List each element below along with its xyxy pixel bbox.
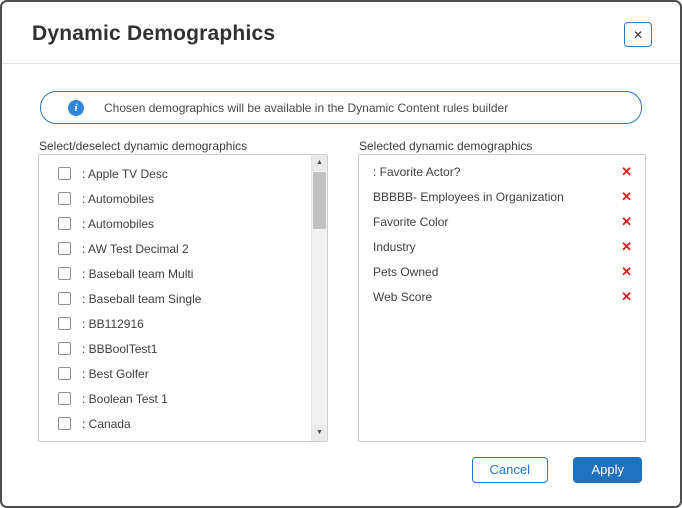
available-item-label: : Automobiles [82,192,154,206]
available-item-label: : Best Golfer [82,367,149,381]
selected-item: Favorite Color ✕ [359,209,645,234]
item-checkbox[interactable] [58,292,71,305]
item-checkbox[interactable] [58,192,71,205]
available-item[interactable]: : BB112916 [39,311,310,336]
remove-icon[interactable]: ✕ [621,240,632,253]
available-item[interactable]: : Canada [39,411,310,436]
selected-item-label: : Favorite Actor? [373,165,460,179]
selected-item-label: Web Score [373,290,432,304]
scroll-thumb[interactable] [313,172,326,229]
dialog-title: Dynamic Demographics [32,22,275,46]
available-item-label: : Apple TV Desc [82,167,168,181]
available-item[interactable]: : Apple TV Desc [39,161,310,186]
selected-item: Industry ✕ [359,234,645,259]
selected-item: Pets Owned ✕ [359,259,645,284]
available-item-label: : Baseball team Multi [82,267,193,281]
available-list-label: Select/deselect dynamic demographics [39,139,247,153]
available-item-label: : Boolean Test 1 [82,392,168,406]
info-banner: i Chosen demographics will be available … [40,91,642,124]
scrollbar[interactable]: ▲ ▼ [311,155,327,441]
close-button[interactable]: ✕ [624,22,652,47]
item-checkbox[interactable] [58,367,71,380]
remove-icon[interactable]: ✕ [621,165,632,178]
item-checkbox[interactable] [58,217,71,230]
available-item-label: : Automobiles [82,217,154,231]
info-banner-text: Chosen demographics will be available in… [104,101,508,115]
item-checkbox[interactable] [58,242,71,255]
available-item[interactable]: : BBBoolTest1 [39,336,310,361]
scroll-down-icon[interactable]: ▼ [312,425,327,441]
info-icon: i [68,100,84,116]
available-item[interactable]: : Automobiles [39,211,310,236]
dynamic-demographics-dialog: Dynamic Demographics ✕ i Chosen demograp… [0,0,682,508]
remove-icon[interactable]: ✕ [621,190,632,203]
selected-item: BBBBB- Employees in Organization ✕ [359,184,645,209]
available-item-label: : BB112916 [82,317,144,331]
item-checkbox[interactable] [58,417,71,430]
selected-item-label: BBBBB- Employees in Organization [373,190,564,204]
available-item[interactable]: : Best Golfer [39,361,310,386]
remove-icon[interactable]: ✕ [621,265,632,278]
selected-list: : Favorite Actor?✕BBBBB- Employees in Or… [358,154,646,442]
available-item-label: : BBBoolTest1 [82,342,157,356]
selected-item: Web Score ✕ [359,284,645,309]
selected-item-label: Industry [373,240,416,254]
item-checkbox[interactable] [58,317,71,330]
remove-icon[interactable]: ✕ [621,215,632,228]
item-checkbox[interactable] [58,392,71,405]
selected-item-label: Pets Owned [373,265,438,279]
available-item-label: : Canada [82,417,131,431]
available-item[interactable]: : Automobiles [39,186,310,211]
available-rows: : Apple TV Desc : Automobiles : Automobile… [39,155,310,441]
item-checkbox[interactable] [58,342,71,355]
close-icon: ✕ [633,28,643,42]
available-item[interactable]: : AW Test Decimal 2 [39,236,310,261]
remove-icon[interactable]: ✕ [621,290,632,303]
available-item-label: : AW Test Decimal 2 [82,242,189,256]
available-item[interactable]: : Baseball team Single [39,286,310,311]
selected-item-label: Favorite Color [373,215,448,229]
available-list: : Apple TV Desc : Automobiles : Automobile… [38,154,328,442]
selected-list-label: Selected dynamic demographics [359,139,532,153]
cancel-button[interactable]: Cancel [472,457,548,483]
available-item-label: : Baseball team Single [82,292,201,306]
selected-item: : Favorite Actor? ✕ [359,159,645,184]
available-item[interactable]: : Boolean Test 1 [39,386,310,411]
item-checkbox[interactable] [58,167,71,180]
available-item[interactable]: : Baseball team Multi [39,261,310,286]
item-checkbox[interactable] [58,267,71,280]
scroll-up-icon[interactable]: ▲ [312,155,327,171]
header-divider [2,63,680,64]
apply-button[interactable]: Apply [573,457,642,483]
